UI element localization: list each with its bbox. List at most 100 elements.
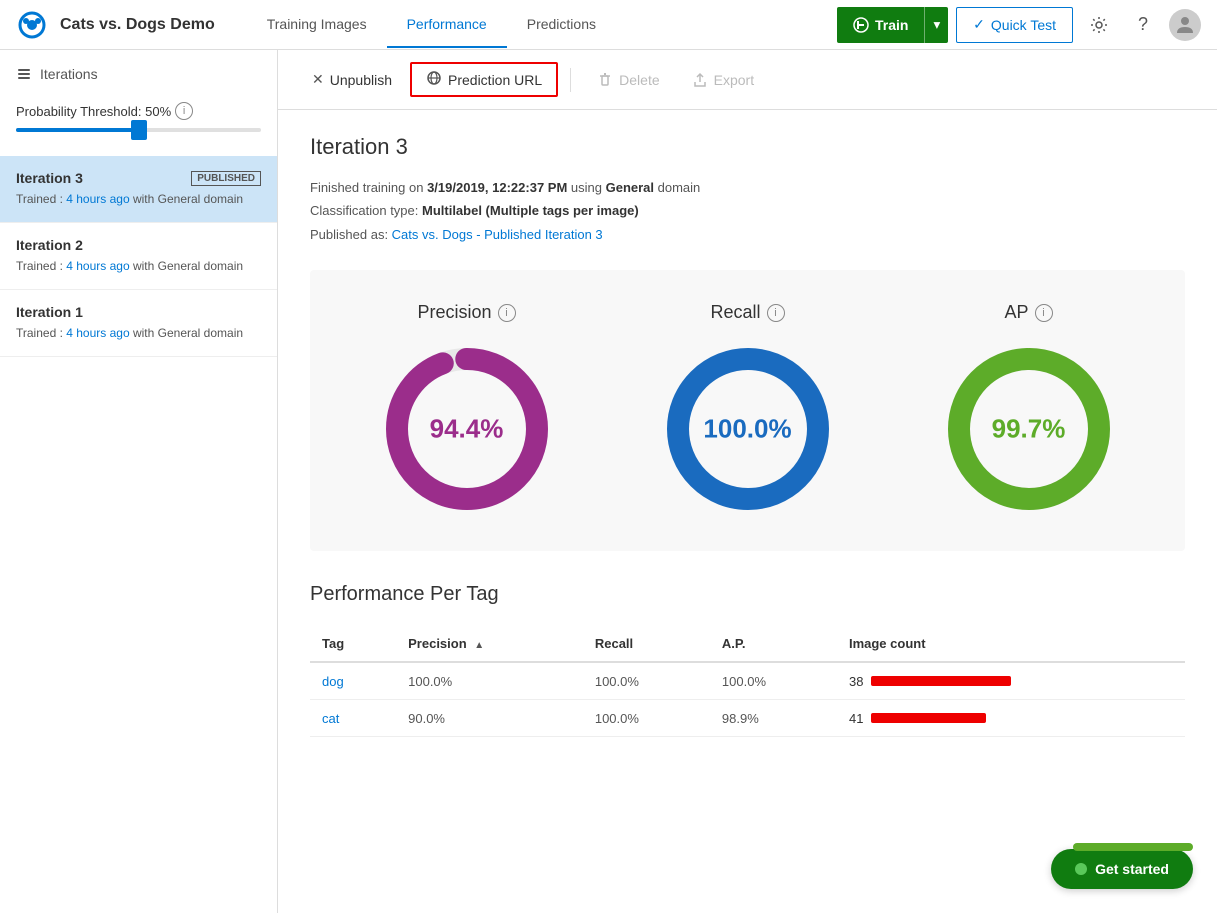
globe-icon — [426, 70, 442, 89]
iteration-info-line2: Classification type: Multilabel (Multipl… — [310, 199, 1185, 222]
ap-value: 99.7% — [992, 414, 1066, 445]
published-badge: PUBLISHED — [191, 171, 261, 186]
metrics-row: Precision i 94.4% — [326, 302, 1169, 519]
recall-metric: Recall i 100.0% — [658, 302, 838, 519]
precision-metric: Precision i 94.4% — [377, 302, 557, 519]
sidebar: Iterations Probability Threshold: 50% i … — [0, 50, 278, 913]
header: Cats vs. Dogs Demo Training Images Perfo… — [0, 0, 1217, 50]
main-layout: Iterations Probability Threshold: 50% i … — [0, 50, 1217, 913]
col-header-recall: Recall — [583, 626, 710, 662]
app-logo-icon — [16, 9, 48, 41]
prediction-url-button[interactable]: Prediction URL — [410, 62, 558, 97]
probability-section: Probability Threshold: 50% i — [0, 94, 277, 156]
tag-cat-link[interactable]: cat — [322, 711, 339, 726]
train-button[interactable]: Train ▾ — [837, 7, 948, 43]
content-scroll: Iteration 3 Finished training on 3/19/20… — [278, 110, 1217, 913]
col-header-precision[interactable]: Precision ▲ — [396, 626, 583, 662]
tag-dog-link[interactable]: dog — [322, 674, 344, 689]
dog-precision: 100.0% — [396, 662, 583, 700]
col-header-image-count: Image count — [837, 626, 1185, 662]
probability-slider[interactable] — [16, 128, 261, 132]
tab-performance[interactable]: Performance — [387, 2, 507, 48]
precision-info-icon[interactable]: i — [498, 304, 516, 322]
header-actions: Train ▾ ✓ Quick Test ? — [837, 7, 1201, 43]
iteration2-meta: Trained : 4 hours ago with General domai… — [16, 257, 261, 275]
table-row: cat 90.0% 100.0% 98.9% 41 — [310, 700, 1185, 737]
iteration-type: Multilabel (Multiple tags per image) — [422, 203, 639, 218]
train-button-main: Train — [837, 17, 924, 33]
cat-image-count: 41 — [837, 700, 1185, 737]
slider-thumb — [131, 120, 147, 140]
export-button[interactable]: Export — [678, 66, 768, 94]
col-header-tag: Tag — [310, 626, 396, 662]
performance-table: Tag Precision ▲ Recall A.P. Image count … — [310, 626, 1185, 737]
recall-label: Recall i — [710, 302, 784, 323]
sort-icon: ▲ — [474, 640, 484, 651]
toolbar-divider — [570, 68, 571, 92]
iteration3-name: Iteration 3 — [16, 170, 83, 186]
quick-test-button[interactable]: ✓ Quick Test — [956, 7, 1073, 43]
iteration2-header: Iteration 2 — [16, 237, 261, 253]
train-icon — [853, 17, 869, 33]
content-area: ✕ Unpublish Prediction URL — [278, 50, 1217, 913]
iteration3-header: Iteration 3 PUBLISHED — [16, 170, 261, 186]
iteration-date: 3/19/2019, 12:22:37 PM — [427, 180, 567, 195]
ap-metric: AP i 99.7% — [939, 302, 1119, 519]
performance-per-tag-title: Performance Per Tag — [310, 583, 1185, 606]
sidebar-item-iteration3[interactable]: Iteration 3 PUBLISHED Trained : 4 hours … — [0, 156, 277, 223]
iteration1-time-link[interactable]: 4 hours ago — [66, 326, 129, 340]
iteration-info: Finished training on 3/19/2019, 12:22:37… — [310, 176, 1185, 246]
app-title: Cats vs. Dogs Demo — [60, 16, 215, 34]
train-dropdown-arrow[interactable]: ▾ — [924, 7, 948, 43]
iterations-label: Iterations — [0, 66, 277, 94]
ap-label: AP i — [1004, 302, 1052, 323]
tab-training-images[interactable]: Training Images — [247, 2, 387, 48]
unpublish-button[interactable]: ✕ Unpublish — [298, 65, 406, 94]
precision-donut: 94.4% — [377, 339, 557, 519]
iteration2-time-link[interactable]: 4 hours ago — [66, 259, 129, 273]
sidebar-item-iteration2[interactable]: Iteration 2 Trained : 4 hours ago with G… — [0, 223, 277, 290]
settings-icon[interactable] — [1081, 7, 1117, 43]
dog-bar-fill — [871, 676, 1011, 686]
probability-info-icon[interactable]: i — [175, 102, 193, 120]
sidebar-item-iteration1[interactable]: Iteration 1 Trained : 4 hours ago with G… — [0, 290, 277, 357]
slider-fill — [16, 128, 139, 132]
precision-label: Precision i — [417, 302, 515, 323]
iteration3-time-link[interactable]: 4 hours ago — [66, 192, 129, 206]
ap-donut: 99.7% — [939, 339, 1119, 519]
recall-donut: 100.0% — [658, 339, 838, 519]
tab-predictions[interactable]: Predictions — [507, 2, 616, 48]
cat-precision: 90.0% — [396, 700, 583, 737]
help-icon[interactable]: ? — [1125, 7, 1161, 43]
recall-value: 100.0% — [703, 414, 791, 445]
metrics-card: Precision i 94.4% — [310, 270, 1185, 551]
trash-icon — [597, 72, 613, 88]
iteration-info-line1: Finished training on 3/19/2019, 12:22:37… — [310, 176, 1185, 199]
precision-value: 94.4% — [430, 414, 504, 445]
iteration1-name: Iteration 1 — [16, 304, 83, 320]
checkmark-icon: ✓ — [973, 16, 985, 33]
get-started-button[interactable]: Get started — [1051, 849, 1193, 889]
iteration-published-link[interactable]: Cats vs. Dogs - Published Iteration 3 — [392, 227, 603, 242]
iteration2-name: Iteration 2 — [16, 237, 83, 253]
dog-recall: 100.0% — [583, 662, 710, 700]
nav-tabs: Training Images Performance Predictions — [247, 2, 837, 48]
cat-ap: 98.9% — [710, 700, 837, 737]
col-header-ap: A.P. — [710, 626, 837, 662]
probability-label: Probability Threshold: 50% i — [16, 102, 261, 120]
iteration-domain: General — [606, 180, 654, 195]
recall-info-icon[interactable]: i — [767, 304, 785, 322]
table-row: dog 100.0% 100.0% 100.0% 38 — [310, 662, 1185, 700]
delete-button[interactable]: Delete — [583, 66, 673, 94]
avatar[interactable] — [1169, 9, 1201, 41]
cat-recall: 100.0% — [583, 700, 710, 737]
iteration-title: Iteration 3 — [310, 134, 1185, 160]
dog-ap: 100.0% — [710, 662, 837, 700]
dog-bar — [871, 673, 1011, 689]
gear-svg — [1089, 15, 1109, 35]
iteration1-header: Iteration 1 — [16, 304, 261, 320]
ap-info-icon[interactable]: i — [1035, 304, 1053, 322]
export-icon — [692, 72, 708, 88]
cat-bar — [871, 710, 986, 726]
close-icon: ✕ — [312, 71, 324, 88]
